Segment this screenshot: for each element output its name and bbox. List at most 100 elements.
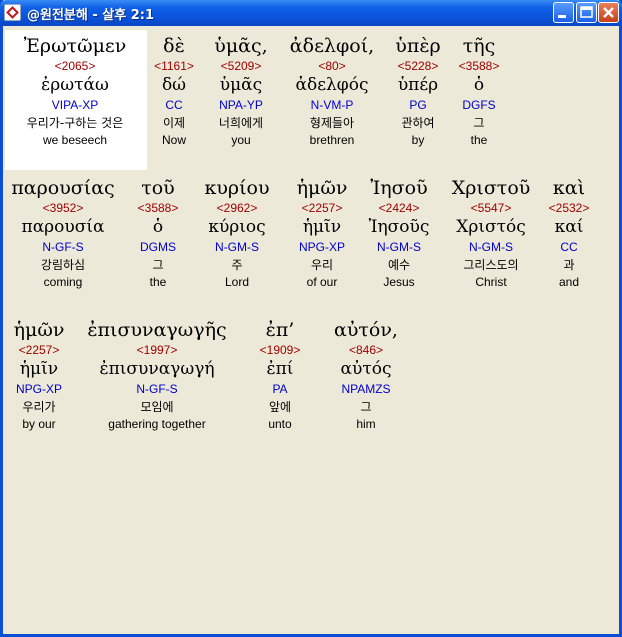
korean-gloss: 이제 xyxy=(162,116,186,130)
word-block[interactable]: τοῦ <3588> ὁ DGMS 그 the xyxy=(129,176,187,290)
greek-word: ἀδελφοί, xyxy=(289,35,375,57)
strong-number[interactable]: <1909> xyxy=(249,342,311,358)
strong-number[interactable]: <2065> xyxy=(11,58,139,74)
strong-number[interactable]: <3588> xyxy=(455,58,503,74)
word-block[interactable]: αὐτόν, <846> αὐτός NPAMZS 그 him xyxy=(325,318,407,432)
greek-word: τῆς xyxy=(462,35,496,57)
english-gloss: and xyxy=(558,275,580,289)
strong-number[interactable]: <5209> xyxy=(207,58,275,74)
english-gloss: Jesus xyxy=(383,275,415,289)
lemma: δώ xyxy=(161,75,187,95)
word-block[interactable]: Χριστοῦ <5547> Χριστός N-GM-S 그리스도의 Chri… xyxy=(443,176,539,290)
lemma: ὁ xyxy=(473,75,485,95)
english-gloss: brethren xyxy=(309,133,355,147)
lemma: ἀδελφός xyxy=(295,75,369,95)
parsing-code: NPA-YP xyxy=(219,98,263,112)
lemma: Χριστός xyxy=(456,217,526,237)
korean-gloss: 과 xyxy=(563,258,575,272)
window-title: @원전분해 - 살후 2:1 xyxy=(27,8,155,23)
english-gloss: him xyxy=(356,417,376,431)
word-block[interactable]: ὑπὲρ <5228> ὑπέρ PG 관하여 by xyxy=(387,34,449,148)
korean-gloss: 앞에 xyxy=(268,400,292,414)
word-block[interactable]: παρουσίας <3952> παρουσία N-GF-S 강림하심 co… xyxy=(7,176,119,290)
english-gloss: unto xyxy=(268,417,292,431)
strong-number[interactable]: <2962> xyxy=(197,200,277,216)
parsing-code: N-VM-P xyxy=(310,98,354,112)
close-icon xyxy=(603,7,614,18)
greek-word: Χριστοῦ xyxy=(451,177,531,199)
lemma: ἐρωτάω xyxy=(41,75,109,95)
lemma: ἡμῖν xyxy=(19,359,59,379)
strong-number[interactable]: <5547> xyxy=(443,200,539,216)
minimize-icon xyxy=(558,15,566,18)
korean-gloss: 우리 xyxy=(310,258,334,272)
word-block[interactable]: Ἰησοῦ <2424> Ἰησοῦς N-GM-S 예수 Jesus xyxy=(361,176,437,290)
parsing-code: N-GF-S xyxy=(136,382,178,396)
korean-gloss: 너희에게 xyxy=(218,116,264,130)
app-window: @원전분해 - 살후 2:1 Ἐρωτῶμεν <2065> ἐρωτάω VI… xyxy=(0,0,622,637)
word-block[interactable]: ἡμῶν <2257> ἡμῖν NPG-XP 우리가 by our xyxy=(7,318,71,432)
greek-word: ἡμῶν xyxy=(13,319,65,341)
greek-word: ἡμῶν xyxy=(296,177,348,199)
parsing-code: VIPA-XP xyxy=(51,98,99,112)
strong-number[interactable]: <2424> xyxy=(361,200,437,216)
greek-word: ὑπὲρ xyxy=(395,35,441,57)
lemma: ἡμῖν xyxy=(302,217,342,237)
korean-gloss: 우리가-구하는 것은 xyxy=(26,116,124,130)
parsing-code: NPG-XP xyxy=(15,382,62,396)
greek-word: Ἰησοῦ xyxy=(370,177,428,199)
parsing-code: N-GF-S xyxy=(42,240,84,254)
english-gloss: by xyxy=(411,133,425,147)
greek-word: δὲ xyxy=(163,35,185,57)
english-gloss: we beseech xyxy=(42,133,108,147)
english-gloss: Now xyxy=(161,133,186,147)
strong-number[interactable]: <2257> xyxy=(287,200,357,216)
parsing-code: NPG-XP xyxy=(298,240,345,254)
parsing-code: DGFS xyxy=(462,98,496,112)
lemma: Ἰησοῦς xyxy=(368,217,430,237)
greek-word: ἐπ’ xyxy=(265,319,295,341)
word-block[interactable]: ὑμᾶς, <5209> ὑμᾶς NPA-YP 너희에게 you xyxy=(207,34,275,148)
greek-word: παρουσίας xyxy=(11,177,115,199)
strong-number[interactable]: <3952> xyxy=(7,200,119,216)
word-block[interactable]: ἐπ’ <1909> ἐπί PA 앞에 unto xyxy=(249,318,311,432)
maximize-button[interactable] xyxy=(576,2,597,23)
korean-gloss: 그리스도의 xyxy=(463,258,519,272)
greek-word: κυρίου xyxy=(204,177,270,199)
word-block[interactable]: δὲ <1161> δώ CC 이제 Now xyxy=(149,34,199,148)
english-gloss: of our xyxy=(306,275,338,289)
word-block[interactable]: ἀδελφοί, <80> ἀδελφός N-VM-P 형제들아 brethr… xyxy=(283,34,381,148)
lemma: αὐτός xyxy=(340,359,392,379)
app-icon[interactable] xyxy=(4,4,21,21)
parsing-code: PA xyxy=(272,382,288,396)
word-block[interactable]: ἐπισυναγωγῆς <1997> ἐπισυναγωγή N-GF-S 모… xyxy=(79,318,235,432)
word-block[interactable]: κυρίου <2962> κύριος N-GM-S 주 Lord xyxy=(197,176,277,290)
word-block[interactable]: ἡμῶν <2257> ἡμῖν NPG-XP 우리 of our xyxy=(287,176,357,290)
interlinear-view[interactable]: Ἐρωτῶμεν <2065> ἐρωτάω VIPA-XP 우리가-구하는 것… xyxy=(3,26,619,634)
strong-number[interactable]: <1161> xyxy=(149,58,199,74)
title-bar[interactable]: @원전분해 - 살후 2:1 xyxy=(0,0,622,26)
close-button[interactable] xyxy=(598,2,619,23)
korean-gloss: 그 xyxy=(473,116,485,130)
word-block[interactable]: τῆς <3588> ὁ DGFS 그 the xyxy=(455,34,503,148)
minimize-button[interactable] xyxy=(553,2,574,23)
parsing-code: N-GM-S xyxy=(215,240,259,254)
parsing-code: PG xyxy=(409,98,427,112)
strong-number[interactable]: <1997> xyxy=(79,342,235,358)
lemma: ὑπέρ xyxy=(397,75,439,95)
greek-word: καὶ xyxy=(552,177,586,199)
word-block[interactable]: Ἐρωτῶμεν <2065> ἐρωτάω VIPA-XP 우리가-구하는 것… xyxy=(11,34,139,148)
parsing-code: CC xyxy=(560,240,578,254)
korean-gloss: 그 xyxy=(360,400,372,414)
strong-number[interactable]: <5228> xyxy=(387,58,449,74)
strong-number[interactable]: <3588> xyxy=(129,200,187,216)
strong-number[interactable]: <846> xyxy=(325,342,407,358)
strong-number[interactable]: <80> xyxy=(283,58,381,74)
parsing-code: NPAMZS xyxy=(341,382,391,396)
word-block[interactable]: καὶ <2532> καί CC 과 and xyxy=(545,176,593,290)
english-gloss: by our xyxy=(22,417,56,431)
korean-gloss: 주 xyxy=(231,258,243,272)
english-gloss: coming xyxy=(43,275,83,289)
strong-number[interactable]: <2257> xyxy=(7,342,71,358)
strong-number[interactable]: <2532> xyxy=(545,200,593,216)
